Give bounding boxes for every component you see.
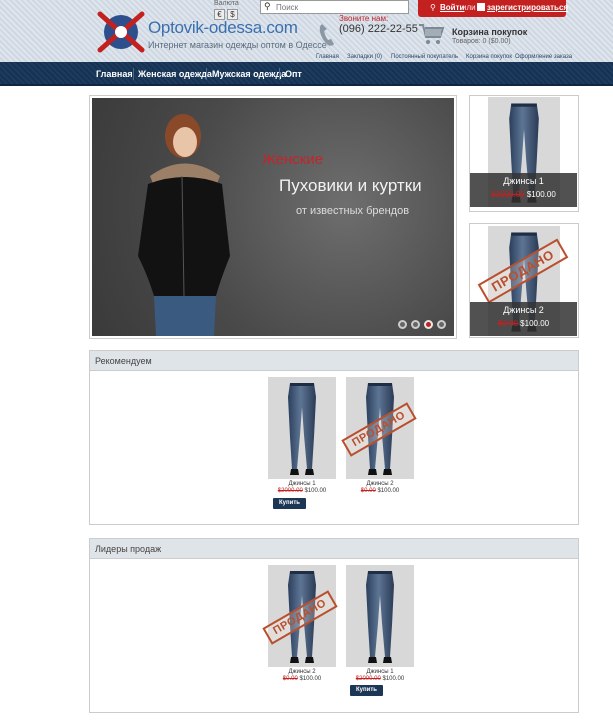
main-nav [0,62,613,86]
slider-dot-1[interactable] [398,320,407,329]
toplink-customer[interactable]: Постоянный покупатель [391,54,458,60]
old-price: $0.00 [360,488,376,494]
section-header [90,351,578,371]
product-price: $2000.00 $100.00 [268,488,336,494]
banner-title: Пуховики и куртки [279,176,422,195]
toplink-cart[interactable]: Корзина покупок [466,54,512,60]
product-name[interactable]: Джинсы 2 [268,669,336,675]
nav-divider [133,68,134,80]
register-link[interactable]: зарегистрироваться [487,3,568,12]
current-price: $100.00 [299,676,322,682]
currency-euro-button[interactable]: € [214,9,225,20]
current-price: $100.00 [377,488,400,494]
phone-icon [319,24,334,46]
product-price: $2000.00 $100.00 [346,676,414,682]
nav-item-home[interactable]: Главная [96,69,133,79]
current-price: $100.00 [526,190,556,199]
product-price: $0.00 $100.00 [346,488,414,494]
or-text: или [462,3,476,12]
buy-button[interactable]: Купить [350,685,383,696]
slider-dot-3[interactable] [424,320,433,329]
toplink-checkout[interactable]: Оформление заказа [515,54,572,60]
section-header [90,539,578,559]
nav-divider [279,68,280,80]
product-name[interactable]: Джинсы 1 [268,481,336,487]
search-icon[interactable]: ⚲ [264,1,271,12]
current-price: $100.00 [304,488,327,494]
logo-tagline: Интернет магазин одежды оптом в Одессе [148,40,327,50]
buy-button[interactable]: Купить [273,498,306,509]
nav-divider [206,68,207,80]
logo-icon[interactable] [96,10,146,54]
cart-info: Товаров: 0 ($0.00) [452,38,511,45]
section-title: Рекомендуем [95,356,152,366]
old-price: $0.00 [282,676,298,682]
current-price: $100.00 [382,676,405,682]
product-price: $0.00 $100.00 [470,319,577,328]
phone-number: (096) 222-22-55 [339,23,418,35]
old-price: $2000.00 [491,190,525,199]
product-name[interactable]: Джинсы 2 [470,305,577,315]
banner-model-image [138,114,230,336]
banner-accent-text: Женские [262,151,324,168]
toplink-home[interactable]: Главная [316,54,339,60]
currency-dollar-button[interactable]: $ [227,9,238,20]
search-input[interactable] [276,1,406,13]
cart-title[interactable]: Корзина покупок [452,27,527,37]
key-icon: ⚲ [430,3,436,12]
old-price: $2000.00 [277,488,303,494]
banner-subtitle: от известных брендов [296,205,410,217]
slider-dot-4[interactable] [437,320,446,329]
nav-item-men[interactable]: Мужская одежда [212,69,286,79]
product-price: $2000.00 $100.00 [470,190,577,199]
currency-label: Валюта [214,0,239,7]
product-name[interactable]: Джинсы 1 [470,176,577,186]
current-price: $100.00 [520,319,550,328]
product-name[interactable]: Джинсы 1 [346,669,414,675]
product-name[interactable]: Джинсы 2 [346,481,414,487]
product-price: $0.00 $100.00 [268,676,336,682]
nav-item-women[interactable]: Женская одежда [138,69,212,79]
product-image[interactable] [346,565,414,667]
cart-icon[interactable] [418,22,444,46]
old-price: $2000.00 [355,676,381,682]
product-image[interactable] [268,377,336,479]
call-label: Звоните нам: [339,14,389,23]
logo-text[interactable]: Optovik-odessa.com [148,18,298,38]
edit-icon [477,3,485,11]
old-price: $0.00 [497,319,518,328]
nav-item-wholesale[interactable]: Опт [285,69,302,79]
slider-dot-2[interactable] [411,320,420,329]
toplink-bookmarks[interactable]: Закладки (0) [347,54,382,60]
section-title: Лидеры продаж [95,544,162,554]
login-link[interactable]: Войти [440,3,464,12]
